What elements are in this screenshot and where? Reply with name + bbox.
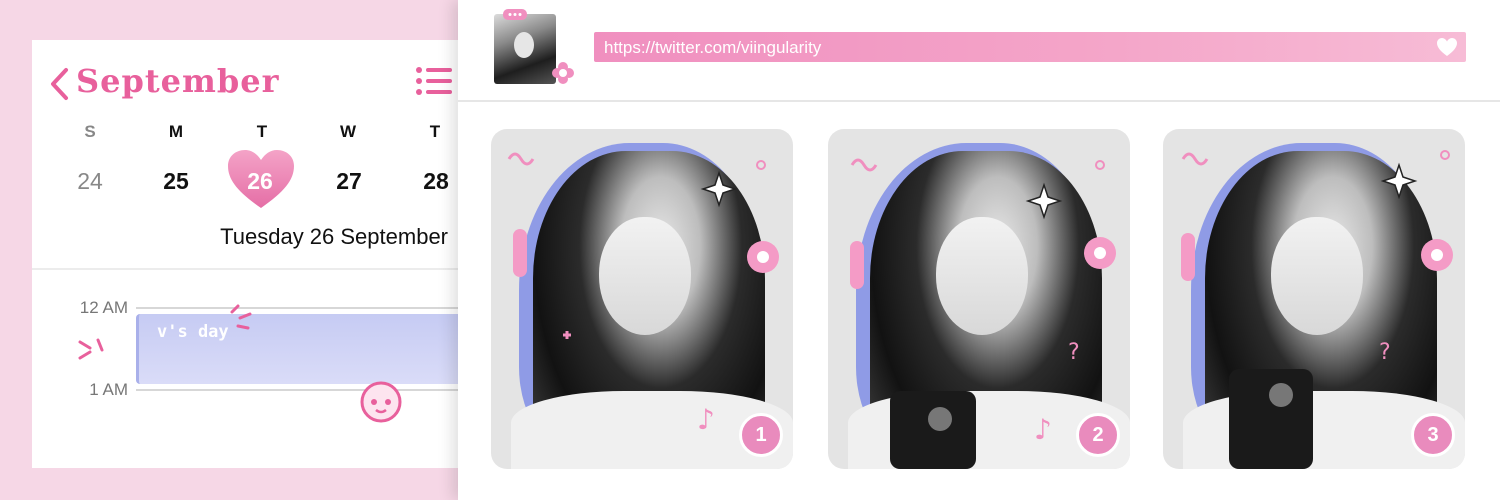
avatar-face	[514, 32, 534, 58]
day-row: 24 25 26 27 28	[32, 150, 472, 208]
face-doodle-icon	[360, 381, 402, 423]
photo-card-3[interactable]: ? 3	[1163, 129, 1465, 469]
day-cell[interactable]: 24	[60, 158, 120, 204]
flower-icon	[552, 62, 574, 84]
photo-card-1[interactable]: ♪ 1	[491, 129, 793, 469]
sparkle-doodle-icon	[230, 304, 252, 330]
day-cell-selected[interactable]: 26	[228, 150, 294, 208]
calendar-event[interactable]: v's day	[136, 314, 472, 384]
calendar-header: September	[32, 40, 472, 130]
weekday-label: M	[168, 122, 184, 141]
back-button[interactable]	[46, 66, 72, 102]
divider	[32, 268, 472, 270]
selected-date-label: Tuesday 26 September	[220, 224, 448, 249]
address-bar[interactable]: https://twitter.com/viingularity	[594, 32, 1466, 62]
svg-text:?: ?	[1379, 340, 1391, 365]
sparkle-doodle-icon	[78, 338, 104, 360]
url-text: https://twitter.com/viingularity	[604, 38, 822, 57]
avatar[interactable]	[494, 14, 556, 84]
weekday-label: T	[256, 122, 268, 141]
day-cell[interactable]: 28	[406, 158, 466, 204]
month-title: September	[76, 62, 280, 100]
card-number-badge: 1	[739, 413, 783, 457]
weekday-row: S M T W T	[32, 122, 472, 148]
weekday-label: T	[429, 122, 441, 141]
svg-text:♪: ♪	[1034, 413, 1052, 446]
divider	[458, 100, 1500, 102]
browser-window: https://twitter.com/viingularity ♪ 1 ? ♪…	[458, 0, 1500, 500]
weekday-label: W	[339, 122, 357, 141]
svg-text:♪: ♪	[697, 403, 715, 436]
weekday-label: S	[84, 122, 96, 141]
event-title: v's day	[157, 322, 229, 342]
svg-text:?: ?	[1068, 340, 1080, 365]
time-label: 12 AM	[79, 298, 128, 317]
day-cell[interactable]: 25	[146, 158, 206, 204]
card-number-badge: 3	[1411, 413, 1455, 457]
chat-bubble-icon	[503, 9, 527, 20]
calendar-panel: September S M T W T 24 25 26 27 28 Tuesd…	[32, 40, 472, 468]
photo-card-2[interactable]: ? ♪ 2	[828, 129, 1130, 469]
browser-toolbar: https://twitter.com/viingularity	[458, 0, 1500, 100]
heart-icon[interactable]	[1436, 37, 1458, 57]
time-label: 1 AM	[89, 380, 128, 399]
card-number-badge: 2	[1076, 413, 1120, 457]
chevron-left-icon	[51, 68, 68, 100]
list-view-button[interactable]	[414, 66, 454, 96]
hour-line	[136, 307, 472, 309]
list-icon	[416, 67, 452, 95]
hour-line	[136, 389, 472, 391]
day-cell[interactable]: 27	[319, 158, 379, 204]
